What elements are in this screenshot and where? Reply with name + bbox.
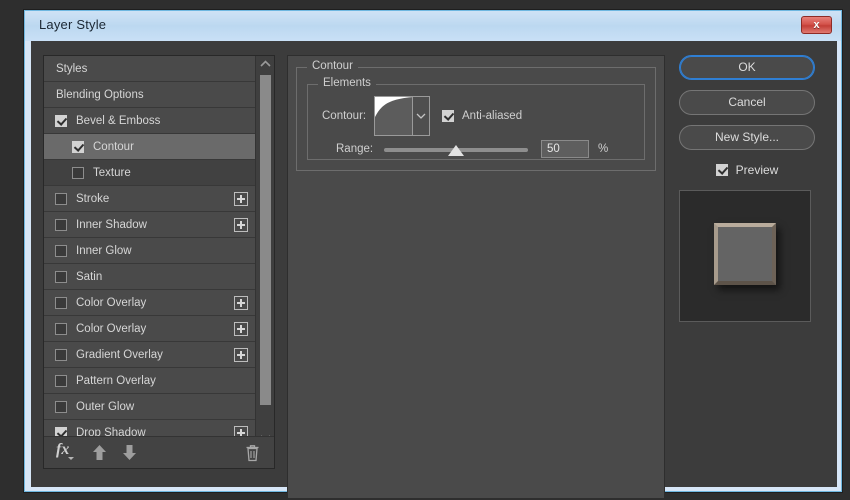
style-row-label: Stroke xyxy=(76,193,109,205)
style-row-label: Inner Shadow xyxy=(76,219,147,231)
style-row-gradient-overlay[interactable]: Gradient Overlay xyxy=(44,342,255,368)
style-row-texture[interactable]: Texture xyxy=(44,160,255,186)
style-row-bevel-emboss[interactable]: Bevel & Emboss xyxy=(44,108,255,134)
close-icon: x xyxy=(802,17,831,33)
style-row-inner-glow[interactable]: Inner Glow xyxy=(44,238,255,264)
arrow-down-icon[interactable] xyxy=(122,444,137,466)
effect-toggle-checkbox[interactable] xyxy=(55,219,67,231)
style-row-inner-shadow[interactable]: Inner Shadow xyxy=(44,212,255,238)
style-row-label: Color Overlay xyxy=(76,323,146,335)
styles-panel: Styles Blending Options Bevel & Emboss Con… xyxy=(43,55,275,469)
range-slider[interactable] xyxy=(384,148,528,152)
dialog-body: Styles Blending Options Bevel & Emboss Con… xyxy=(31,41,837,487)
anti-aliased-check-box[interactable] xyxy=(442,110,454,122)
add-effect-button[interactable] xyxy=(234,348,248,362)
effect-toggle-checkbox[interactable] xyxy=(55,115,67,127)
effect-toggle-checkbox[interactable] xyxy=(55,401,67,413)
effect-toggle-checkbox[interactable] xyxy=(55,271,67,283)
window-title: Layer Style xyxy=(39,17,106,32)
dialog-buttons-column: OK Cancel New Style... Preview xyxy=(679,55,827,322)
contour-picker[interactable] xyxy=(374,96,430,136)
add-effect-button[interactable] xyxy=(234,192,248,206)
elements-group-title: Elements xyxy=(318,77,376,89)
contour-field-label: Contour: xyxy=(322,110,366,122)
contour-dropdown-button[interactable] xyxy=(412,97,429,135)
style-row-label: Inner Glow xyxy=(76,245,132,257)
contour-group-title: Contour xyxy=(307,60,358,72)
style-row-label: Pattern Overlay xyxy=(76,375,156,387)
effect-toggle-checkbox[interactable] xyxy=(55,323,67,335)
range-slider-thumb[interactable] xyxy=(448,145,464,156)
scrollbar-thumb[interactable] xyxy=(260,75,271,405)
style-row-label: Texture xyxy=(93,167,131,179)
ok-button[interactable]: OK xyxy=(679,55,815,80)
style-row-color-overlay[interactable]: Color Overlay xyxy=(44,316,255,342)
anti-aliased-checkbox[interactable]: Anti-aliased xyxy=(442,110,522,122)
style-row-stroke[interactable]: Stroke xyxy=(44,186,255,212)
title-bar[interactable]: Layer Style x xyxy=(25,11,841,41)
effect-toggle-checkbox[interactable] xyxy=(55,375,67,387)
style-row-label: Contour xyxy=(93,141,134,153)
preview-checkbox[interactable]: Preview xyxy=(679,160,815,180)
chevron-up-icon xyxy=(260,60,271,68)
range-unit-label: % xyxy=(598,143,608,155)
styles-header-label: Styles xyxy=(44,63,87,75)
style-row-label: Blending Options xyxy=(44,89,144,101)
style-row-blending-options[interactable]: Blending Options xyxy=(44,82,255,108)
style-row-label: Color Overlay xyxy=(76,297,146,309)
style-row-pattern-overlay[interactable]: Pattern Overlay xyxy=(44,368,255,394)
effect-toggle-checkbox[interactable] xyxy=(55,193,67,205)
add-effect-button[interactable] xyxy=(234,296,248,310)
new-style-button[interactable]: New Style... xyxy=(679,125,815,150)
preview-label: Preview xyxy=(736,163,779,177)
style-row-contour[interactable]: Contour xyxy=(44,134,255,160)
styles-list[interactable]: Styles Blending Options Bevel & Emboss Con… xyxy=(44,56,255,446)
preview-check-box[interactable] xyxy=(716,164,728,176)
add-effect-button[interactable] xyxy=(234,322,248,336)
style-row-outer-glow[interactable]: Outer Glow xyxy=(44,394,255,420)
contour-curve-preview xyxy=(375,97,412,135)
fx-icon[interactable]: fx xyxy=(56,441,69,459)
style-row-satin[interactable]: Satin xyxy=(44,264,255,290)
close-button[interactable]: x xyxy=(801,16,832,34)
contour-settings-panel: Contour Elements Contour: xyxy=(287,55,665,499)
style-row-label: Satin xyxy=(76,271,102,283)
cancel-button[interactable]: Cancel xyxy=(679,90,815,115)
desktop-background: Layer Style x Styles Blending Options Bev… xyxy=(0,0,850,500)
chevron-down-icon xyxy=(68,457,74,460)
style-preview-thumbnail xyxy=(679,190,811,322)
chevron-down-icon xyxy=(416,113,425,119)
range-value-input[interactable]: 50 xyxy=(541,140,589,158)
layer-style-dialog: Layer Style x Styles Blending Options Bev… xyxy=(24,10,842,492)
scroll-up-button[interactable] xyxy=(256,56,275,72)
style-row-label: Gradient Overlay xyxy=(76,349,163,361)
styles-rows-host: Blending Options Bevel & Emboss Contour Tex… xyxy=(44,82,255,446)
effect-toggle-checkbox[interactable] xyxy=(55,349,67,361)
fx-label: fx xyxy=(56,441,69,458)
contour-group: Contour Elements Contour: xyxy=(296,67,656,171)
elements-group: Elements Contour: xyxy=(307,84,645,160)
anti-aliased-label: Anti-aliased xyxy=(462,110,522,122)
style-row-label: Bevel & Emboss xyxy=(76,115,160,127)
range-field-label: Range: xyxy=(336,143,373,155)
styles-list-header: Styles xyxy=(44,56,255,82)
styles-toolbar: fx xyxy=(44,436,274,468)
arrow-up-icon[interactable] xyxy=(92,444,107,466)
preview-beveled-square xyxy=(714,223,776,285)
trash-icon[interactable] xyxy=(245,444,260,467)
effect-toggle-checkbox[interactable] xyxy=(55,297,67,309)
effect-toggle-checkbox[interactable] xyxy=(72,167,84,179)
effect-toggle-checkbox[interactable] xyxy=(72,141,84,153)
add-effect-button[interactable] xyxy=(234,218,248,232)
styles-list-scrollbar[interactable] xyxy=(255,56,274,446)
style-row-label: Outer Glow xyxy=(76,401,134,413)
style-row-color-overlay[interactable]: Color Overlay xyxy=(44,290,255,316)
effect-toggle-checkbox[interactable] xyxy=(55,245,67,257)
